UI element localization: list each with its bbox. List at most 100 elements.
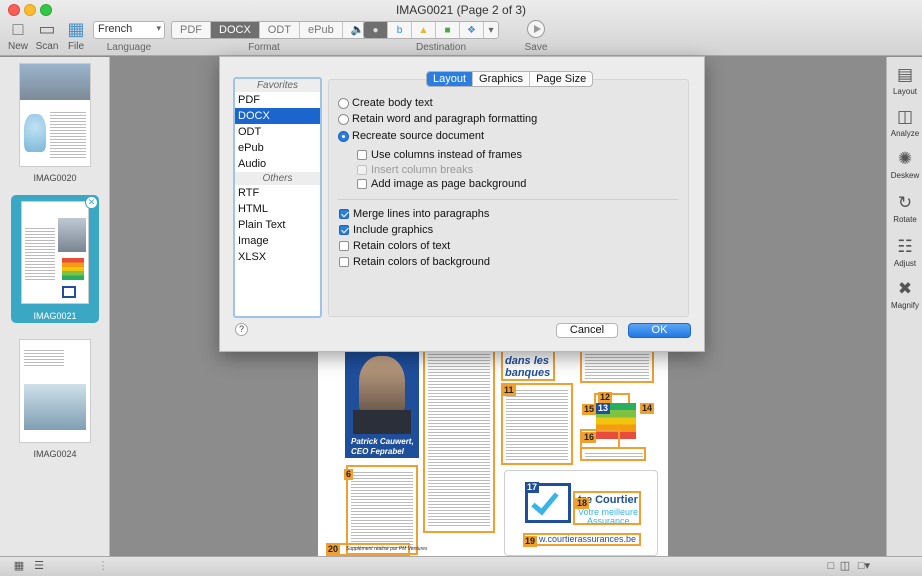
option-add-image-background[interactable]: Add image as page background (357, 178, 526, 190)
format-item-audio[interactable]: Audio (235, 156, 320, 172)
format-item-plain-text[interactable]: Plain Text (235, 217, 320, 233)
include-graphics-checkbox[interactable] (339, 225, 349, 235)
document-page-preview: Patrick Cauwert, CEO Feprabel 6 dans les… (318, 345, 668, 556)
heading-fragment-1: dans les (505, 355, 550, 367)
lightbulb-image-icon (24, 114, 46, 152)
resize-handle-icon[interactable]: ⋮ (96, 560, 110, 573)
layout-icon: ▤ (896, 65, 914, 84)
region-badge-13: 13 (596, 403, 611, 414)
help-button[interactable]: ? (235, 323, 248, 336)
thumbnail-label-3: IMAG0024 (33, 449, 77, 459)
page-footer-text: Supplément réalisé par PM Ventures (346, 546, 428, 552)
use-columns-checkbox[interactable] (357, 150, 367, 160)
retain-background-colors-label: Retain colors of background (353, 256, 490, 268)
include-graphics-label: Include graphics (353, 224, 434, 236)
cancel-button[interactable]: Cancel (556, 323, 618, 338)
new-button[interactable]: □ New (8, 18, 28, 52)
scan-button[interactable]: ▭ Scan (35, 18, 59, 52)
format-item-xlsx[interactable]: XLSX (235, 249, 320, 265)
text-region-6[interactable] (346, 465, 418, 555)
create-body-text-label: Create body text (352, 97, 433, 109)
retain-formatting-radio[interactable] (338, 113, 349, 125)
tab-page-size[interactable]: Page Size (530, 72, 592, 86)
portrait-photo (359, 356, 405, 412)
create-body-text-radio[interactable] (338, 97, 349, 109)
url-region-19[interactable]: w.courtierassurances.be (523, 533, 641, 546)
option-recreate-source[interactable]: Recreate source document (338, 130, 484, 142)
option-use-columns[interactable]: Use columns instead of frames (357, 149, 522, 161)
favorites-header: Favorites (235, 79, 320, 92)
format-docx-button[interactable]: DOCX (211, 22, 260, 38)
thumbnail-page-3[interactable] (19, 339, 91, 443)
destination-dropbox-icon[interactable]: ❖ (460, 22, 484, 38)
destination-drive-icon[interactable]: ▲ (412, 22, 436, 38)
format-item-pdf[interactable]: PDF (235, 92, 320, 108)
list-view-icon[interactable]: ☰ (32, 560, 46, 573)
language-select[interactable]: French ▾ (93, 21, 165, 39)
retain-text-colors-checkbox[interactable] (339, 241, 349, 251)
destination-segmented-control: ● b ▲ ■ ❖ ▾ (363, 21, 499, 39)
language-value: French (98, 23, 133, 35)
option-retain-background-colors[interactable]: Retain colors of background (339, 256, 490, 268)
format-odt-button[interactable]: ODT (260, 22, 301, 38)
file-button[interactable]: ▦ File (65, 18, 87, 52)
option-create-body-text[interactable]: Create body text (338, 97, 433, 109)
grid-view-icon[interactable]: ▦ (12, 560, 26, 573)
layout-tool-button[interactable]: ▤ Layout (887, 63, 922, 96)
format-item-epub[interactable]: ePub (235, 140, 320, 156)
destination-app-icon[interactable]: ● (364, 22, 388, 38)
tab-graphics[interactable]: Graphics (473, 72, 531, 86)
format-item-rtf[interactable]: RTF (235, 185, 320, 201)
text-region-caption[interactable] (580, 447, 646, 461)
magnify-icon: ✖ (897, 279, 913, 298)
use-columns-label: Use columns instead of frames (371, 149, 523, 161)
deskew-tool-button[interactable]: ✺ Deskew (887, 147, 922, 180)
region-badge-16: 16 (582, 432, 597, 443)
scan-label: Scan (35, 41, 59, 52)
magnify-tool-button[interactable]: ✖ Magnify (887, 277, 922, 310)
heading-region[interactable]: dans les banques (501, 347, 555, 381)
analyze-tool-button[interactable]: ◫ Analyze (887, 105, 922, 138)
two-page-icon[interactable]: ◫ (838, 560, 852, 573)
format-item-docx[interactable]: DOCX (235, 108, 320, 124)
option-retain-text-colors[interactable]: Retain colors of text (339, 240, 450, 252)
format-item-odt[interactable]: ODT (235, 124, 320, 140)
option-retain-formatting[interactable]: Retain word and paragraph formatting (338, 113, 537, 125)
ok-button[interactable]: OK (628, 323, 691, 338)
retain-background-colors-checkbox[interactable] (339, 257, 349, 267)
option-include-graphics[interactable]: Include graphics (339, 224, 433, 236)
thumbnail-photo (20, 64, 90, 100)
deskew-icon: ✺ (897, 149, 913, 168)
recreate-source-radio[interactable] (338, 130, 349, 142)
format-item-html[interactable]: HTML (235, 201, 320, 217)
window-toolbar: IMAG0021 (Page 2 of 3) □ New ▭ Scan ▦ Fi… (0, 0, 922, 56)
destination-more-chevron-icon[interactable]: ▾ (484, 22, 498, 38)
text-region-top-right[interactable] (580, 347, 654, 383)
format-pdf-button[interactable]: PDF (172, 22, 211, 38)
thumbnail-page-1[interactable] (19, 63, 91, 167)
format-item-image[interactable]: Image (235, 233, 320, 249)
destination-evernote-icon[interactable]: ■ (436, 22, 460, 38)
thumbnail-page-2[interactable]: ​ (21, 201, 89, 304)
adjust-tool-label: Adjust (893, 259, 917, 268)
thumbnail-energy-chart (62, 258, 84, 280)
save-button[interactable] (527, 20, 545, 38)
option-merge-lines[interactable]: Merge lines into paragraphs (339, 208, 489, 220)
insert-column-breaks-checkbox (357, 165, 367, 175)
text-region-column-2[interactable] (423, 347, 495, 533)
rotate-tool-button[interactable]: ↻ Rotate (887, 191, 922, 224)
merge-lines-checkbox[interactable] (339, 209, 349, 219)
adjust-tool-button[interactable]: ☷ Adjust (887, 235, 922, 268)
tab-layout[interactable]: Layout (427, 72, 474, 86)
destination-box-icon[interactable]: b (388, 22, 412, 38)
region-badge-6: 6 (344, 469, 354, 480)
options-separator (338, 199, 678, 200)
remove-page-icon[interactable]: ✕ (85, 196, 98, 209)
advertisement-box: 17 tre Courtier Votre meilleure Assuranc… (504, 470, 658, 556)
add-image-background-checkbox[interactable] (357, 179, 367, 189)
single-page-icon[interactable]: □ (824, 560, 838, 573)
others-header: Others (235, 172, 320, 185)
new-label: New (8, 41, 29, 52)
format-epub-button[interactable]: ePub (300, 22, 343, 38)
page-size-menu-icon[interactable]: □▾ (854, 560, 874, 573)
